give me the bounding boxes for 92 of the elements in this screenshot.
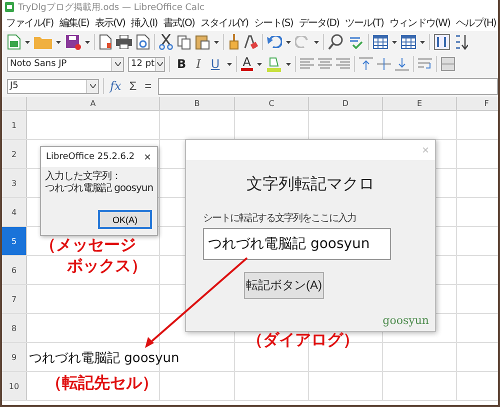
menu-item[interactable]: 編集(E) — [57, 16, 91, 30]
formula-button[interactable]: = — [142, 79, 154, 93]
paste-icon[interactable] — [195, 34, 210, 50]
dropdown-caret-icon[interactable] — [256, 62, 262, 66]
cell-text: つれづれ電脳記 goosyun — [28, 350, 180, 367]
menu-item[interactable]: 表示(V) — [92, 16, 128, 30]
dropdown-caret-icon[interactable] — [286, 62, 291, 66]
menu-item[interactable]: ツール(T) — [343, 16, 386, 30]
dialog-heading: 文字列転記マクロ — [246, 174, 374, 195]
row-header[interactable]: 2 — [2, 140, 27, 168]
brand-text: goosyun — [382, 314, 429, 327]
column-header[interactable]: A — [27, 97, 160, 110]
menu-item[interactable]: 書式(O) — [161, 16, 196, 30]
sort-ascending-icon[interactable] — [454, 34, 468, 50]
annotation-text: （転記先セル） — [46, 372, 158, 393]
row-header[interactable]: 8 — [2, 314, 27, 342]
text-style-button[interactable]: B — [174, 57, 190, 71]
dropdown-caret-icon[interactable] — [90, 84, 96, 88]
menu-item[interactable]: シート(S) — [252, 16, 295, 30]
row-header[interactable]: 9 — [2, 343, 27, 371]
text-input-field[interactable]: つれづれ電脳記 goosyun — [203, 228, 391, 260]
row-header[interactable]: 10 — [2, 372, 27, 400]
row-header[interactable]: 1 — [2, 111, 27, 139]
text-style-button[interactable]: I — [193, 57, 204, 71]
document-icon[interactable] — [99, 34, 112, 50]
column-header[interactable]: D — [309, 97, 383, 110]
paintbrush-icon[interactable] — [228, 34, 240, 50]
cut-icon[interactable] — [159, 34, 173, 50]
column-header[interactable]: C — [235, 97, 309, 110]
printer-icon[interactable] — [116, 35, 132, 49]
align-center-icon[interactable] — [318, 58, 332, 70]
close-button[interactable]: × — [138, 150, 157, 164]
spellcheck-icon[interactable] — [348, 35, 364, 49]
annotation-text: （メッセージ — [40, 234, 137, 255]
dropdown-caret-icon[interactable] — [392, 40, 397, 44]
text-style-button[interactable]: U — [208, 57, 223, 71]
column-header[interactable]: E — [383, 97, 457, 110]
dropdown-caret-icon[interactable] — [156, 62, 163, 66]
align-top-icon[interactable] — [358, 57, 373, 71]
menu-item[interactable]: ヘルプ(H) — [454, 16, 498, 30]
dropdown-caret-icon[interactable] — [314, 40, 319, 44]
dropdown-caret-icon[interactable] — [114, 62, 120, 66]
window-title: TryDlgブログ掲載用.ods — LibreOffice Calc — [18, 2, 204, 14]
dropdown-caret-icon[interactable] — [56, 40, 61, 44]
menu-item[interactable]: データ(D) — [296, 16, 341, 30]
formula-input[interactable] — [158, 78, 498, 94]
row-header[interactable]: 7 — [2, 285, 27, 313]
dropdown-caret-icon[interactable] — [226, 62, 232, 66]
search-icon[interactable] — [328, 34, 344, 50]
column-header[interactable]: F — [457, 97, 498, 110]
table-grid-icon[interactable] — [401, 35, 416, 49]
ok-button[interactable]: OK(A) — [99, 211, 151, 228]
dropdown-caret-icon[interactable] — [420, 40, 425, 44]
message-text: 入力した文字列： — [45, 171, 122, 182]
annotation-text: （ダイアログ） — [247, 329, 359, 350]
align-middle-icon[interactable] — [376, 57, 391, 71]
formula-button[interactable]: fx — [108, 79, 124, 93]
menu-item[interactable]: ウィンドウ(W) — [388, 16, 452, 30]
align-bottom-icon[interactable] — [394, 57, 409, 71]
font-name-field[interactable]: Noto Sans JP — [7, 56, 124, 72]
row-header[interactable]: 4 — [2, 198, 27, 226]
dropdown-caret-icon[interactable] — [214, 40, 219, 44]
clear-formatting-icon[interactable] — [244, 34, 258, 50]
row-header[interactable]: 6 — [2, 256, 27, 284]
field-label: シートに転記する文字列をここに入力 — [203, 212, 356, 225]
font-size-field[interactable]: 12 pt — [128, 56, 165, 72]
dropdown-caret-icon[interactable] — [85, 40, 90, 44]
row-header[interactable]: 3 — [2, 169, 27, 197]
print-preview-icon[interactable] — [136, 34, 150, 50]
menu-item[interactable]: スタイル(Y) — [198, 16, 250, 30]
message-box-title: LibreOffice 25.2.6.2 — [46, 152, 135, 162]
font-color-button[interactable]: A — [240, 57, 253, 71]
annotation-text: ボックス） — [67, 255, 147, 276]
menu-item[interactable]: ファイル(F) — [4, 16, 56, 30]
align-left-icon[interactable] — [300, 58, 314, 70]
formula-button[interactable]: Σ — [127, 79, 139, 93]
column-header[interactable]: B — [160, 97, 235, 110]
table-grid-icon[interactable] — [373, 35, 388, 49]
wrap-text-icon[interactable] — [418, 57, 432, 71]
name-box[interactable]: J5 — [7, 78, 99, 94]
menu-item[interactable]: 挿入(I) — [129, 16, 160, 30]
row-header[interactable]: 5 — [2, 227, 27, 255]
dropdown-caret-icon[interactable] — [286, 40, 291, 44]
transfer-button[interactable]: 転記ボタン(A) — [244, 272, 324, 299]
merge-cells-icon[interactable] — [440, 57, 455, 71]
copy-icon[interactable] — [177, 34, 191, 50]
save-icon[interactable] — [65, 34, 81, 50]
spreadsheet-icon[interactable] — [7, 34, 21, 50]
dropdown-caret-icon[interactable] — [25, 40, 30, 44]
message-text: つれづれ電脳記 goosyun — [45, 183, 153, 195]
align-right-icon[interactable] — [336, 58, 350, 70]
undo-icon[interactable] — [267, 36, 282, 48]
